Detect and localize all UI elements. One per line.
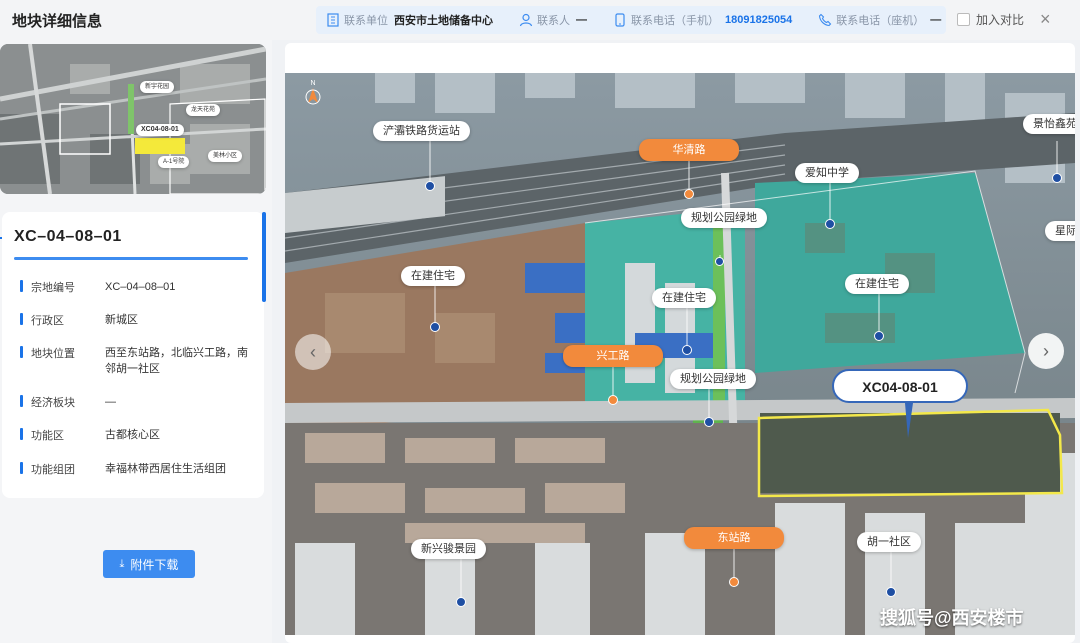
label-building-3[interactable]: 在建住宅: [845, 274, 909, 294]
phone-icon: [819, 13, 832, 27]
contact-landline: 联系电话（座机） —: [818, 12, 941, 28]
contact-bar: 联系单位 西安市土地储备中心 联系人 — 联系电话（手机） 1809182505…: [316, 6, 946, 34]
landline-value: —: [930, 14, 942, 26]
marker-dot-road[interactable]: [729, 577, 739, 587]
field-value: XC–04–08–01: [105, 281, 176, 293]
minimap-image: [0, 44, 266, 194]
marker-dot[interactable]: [425, 181, 435, 191]
header-bar: 地块详细信息 联系单位 西安市土地储备中心 联系人 — 联系电话（手机） 180…: [0, 0, 1080, 40]
minimap-label: 美林小区: [208, 150, 243, 162]
marker-dot[interactable]: [682, 345, 692, 355]
contact-unit: 联系单位 西安市土地储备中心: [326, 12, 493, 28]
map-frame: N 浐灞铁路货运站 华清路 规划公园绿地 爱知中学 景怡鑫苑 星际 在建住宅 在…: [285, 43, 1075, 643]
label-planned-park-1[interactable]: 规划公园绿地: [681, 208, 767, 228]
field-key: 行政区: [31, 315, 64, 327]
marker-dot-road[interactable]: [608, 395, 618, 405]
minimap-label: 龙天花苑: [186, 104, 221, 116]
label-xing[interactable]: 星际: [1045, 221, 1075, 241]
next-arrow-button[interactable]: ›: [1028, 333, 1064, 369]
label-huaqing-road[interactable]: 华清路: [639, 139, 739, 161]
field-function-zone: 功能区 古都核心区: [20, 427, 260, 443]
prev-arrow-button[interactable]: ‹: [295, 334, 331, 370]
label-parcel-code[interactable]: XC04-08-01: [832, 369, 968, 403]
field-value: 新城区: [105, 314, 138, 326]
label-building-2[interactable]: 在建住宅: [652, 288, 716, 308]
download-icon: ⤓: [119, 557, 125, 570]
download-attachment-button[interactable]: ⤓ 附件下载: [103, 550, 195, 578]
add-compare[interactable]: 加入对比: [957, 11, 1024, 28]
label-building-1[interactable]: 在建住宅: [401, 266, 465, 286]
scrollbar-thumb[interactable]: [262, 212, 266, 302]
compare-checkbox[interactable]: [957, 13, 970, 26]
marker-dot[interactable]: [456, 597, 466, 607]
page-title: 地块详细信息: [12, 13, 103, 30]
field-key: 经济板块: [31, 397, 75, 409]
mobile-label: 联系电话（手机）: [631, 15, 719, 27]
field-marker: [20, 395, 23, 407]
field-key: 功能区: [31, 430, 64, 442]
chevron-left-icon: ‹: [310, 341, 316, 362]
parcel-detail-card: XC–04–08–01 宗地编号 XC–04–08–01 行政区 新城区 地块位…: [2, 212, 264, 498]
label-aizhi-school[interactable]: 爱知中学: [795, 163, 859, 183]
contact-person: 联系人 —: [519, 12, 587, 28]
marker-dot-road[interactable]: [684, 189, 694, 199]
building-icon: [327, 13, 339, 27]
field-economic-zone: 经济板块 —: [20, 394, 260, 410]
contact-unit-value: 西安市土地储备中心: [394, 15, 493, 27]
contact-person-label: 联系人: [537, 15, 570, 27]
field-parcel-number: 宗地编号 XC–04–08–01: [20, 279, 260, 295]
minimap-code-label: XC04-08-01: [136, 124, 184, 136]
field-function-group: 功能组团 幸福林带西居住生活组团: [20, 461, 260, 477]
field-district: 行政区 新城区: [20, 312, 260, 328]
label-freight-station[interactable]: 浐灞铁路货运站: [373, 121, 470, 141]
field-marker: [20, 280, 23, 292]
parcel-code-title: XC–04–08–01: [14, 228, 122, 245]
label-jingyi[interactable]: 景怡鑫苑: [1023, 114, 1075, 134]
field-marker: [20, 462, 23, 474]
title-underline: [14, 257, 248, 260]
minimap-label: 新宇花园: [140, 81, 175, 93]
close-icon[interactable]: ×: [1040, 9, 1051, 29]
contact-unit-label: 联系单位: [344, 15, 388, 27]
field-value: 古都核心区: [105, 429, 160, 441]
chevron-right-icon: ›: [1043, 340, 1049, 361]
label-planned-park-2[interactable]: 规划公园绿地: [670, 369, 756, 389]
compass-icon: N: [305, 80, 321, 105]
field-marker: [20, 346, 23, 358]
marker-dot[interactable]: [874, 331, 884, 341]
minimap-label: A-1号院: [158, 156, 190, 168]
field-key: 地块位置: [31, 348, 75, 360]
minimap[interactable]: 新宇花园 龙天花苑 XC04-08-01 A-1号院 美林小区: [0, 44, 266, 194]
watermark: 搜狐号@西安楼市: [880, 608, 1024, 628]
field-value: —: [105, 396, 116, 408]
label-dongzhan-road[interactable]: 东站路: [684, 527, 784, 549]
field-key: 宗地编号: [31, 282, 75, 294]
contact-person-value: —: [576, 14, 587, 26]
landline-label: 联系电话（座机）: [836, 15, 925, 27]
marker-dot[interactable]: [715, 257, 724, 266]
aerial-map[interactable]: N 浐灞铁路货运站 华清路 规划公园绿地 爱知中学 景怡鑫苑 星际 在建住宅 在…: [285, 73, 1075, 635]
field-marker: [20, 428, 23, 440]
mobile-phone-icon: [615, 13, 625, 27]
field-value: 幸福林带西居住生活组团: [105, 463, 226, 475]
label-xinggong-road[interactable]: 兴工路: [563, 345, 663, 367]
field-key: 功能组团: [31, 464, 75, 476]
field-location: 地块位置 西至东站路，北临兴工路，南邻胡一社区: [20, 345, 260, 377]
marker-dot[interactable]: [825, 219, 835, 229]
marker-dot[interactable]: [430, 322, 440, 332]
field-marker: [20, 313, 23, 325]
mobile-value[interactable]: 18091825054: [725, 14, 792, 26]
marker-dot[interactable]: [704, 417, 714, 427]
label-huyi-community[interactable]: 胡一社区: [857, 532, 921, 552]
contact-mobile: 联系电话（手机） 18091825054: [613, 12, 792, 28]
marker-dot[interactable]: [1052, 173, 1062, 183]
compare-label: 加入对比: [976, 13, 1025, 27]
label-xinxing-garden[interactable]: 新兴骏景园: [411, 539, 486, 559]
download-button-label: 附件下载: [130, 557, 179, 572]
marker-dot[interactable]: [886, 587, 896, 597]
svg-text:N: N: [310, 80, 315, 87]
user-icon: [519, 13, 533, 27]
field-value: 西至东站路，北临兴工路，南邻胡一社区: [105, 347, 248, 375]
